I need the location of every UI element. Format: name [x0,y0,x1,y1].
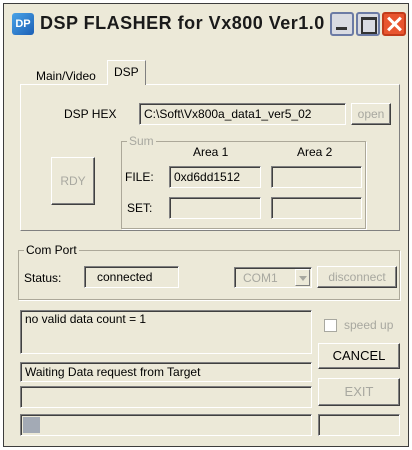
app-icon[interactable]: DP [12,13,34,35]
area1-header: Area 1 [193,145,229,159]
dsp-tab-panel: DSP HEX C:\Soft\Vx800a_data1_ver5_02 ope… [20,84,400,231]
file-area1-field: 0xd6dd1512 [169,166,261,188]
progress-bar [20,414,312,436]
com-port-selected-value: COM1 [243,271,278,285]
log-extra-field [20,386,312,408]
tab-main-video[interactable]: Main/Video [32,66,100,86]
app-window: DP DSP FLASHER for Vx800 Ver1.0 Main/Vid… [3,3,409,447]
status-label: Status: [24,271,62,285]
dsp-hex-path-field[interactable]: C:\Soft\Vx800a_data1_ver5_02 [139,103,346,125]
tab-dsp[interactable]: DSP [107,60,146,85]
progress-bar-fill [23,417,40,433]
window-title: DSP FLASHER for Vx800 Ver1.0 [40,13,325,33]
cancel-button[interactable]: CANCEL [318,343,400,369]
file-area2-field [271,166,362,188]
log-status-field: Waiting Data request from Target [20,362,312,382]
sum-group-title: Sum [127,134,156,148]
bottom-status-field [318,414,400,436]
title-bar[interactable]: DP DSP FLASHER for Vx800 Ver1.0 [4,4,408,44]
minimize-icon[interactable] [330,12,354,36]
area2-header: Area 2 [297,145,333,159]
maximize-icon[interactable] [356,12,380,36]
set-area2-field [271,197,362,219]
file-label: FILE: [125,170,154,184]
com-port-title: Com Port [24,243,79,257]
dsp-hex-label: DSP HEX [64,107,117,121]
open-button[interactable]: open [351,103,391,125]
rdy-button[interactable]: RDY [51,157,95,205]
chevron-down-icon[interactable] [295,269,310,286]
status-field: connected [84,266,179,288]
com-port-select[interactable]: COM1 [234,267,312,288]
speed-up-label: speed up [344,318,394,332]
speed-up-checkbox[interactable] [324,319,337,332]
set-area1-field [169,197,261,219]
exit-button[interactable]: EXIT [318,378,400,406]
close-icon[interactable] [382,12,406,36]
disconnect-button[interactable]: disconnect [317,266,397,288]
log-message-field: no valid data count = 1 [20,310,312,354]
set-label: SET: [127,201,153,215]
